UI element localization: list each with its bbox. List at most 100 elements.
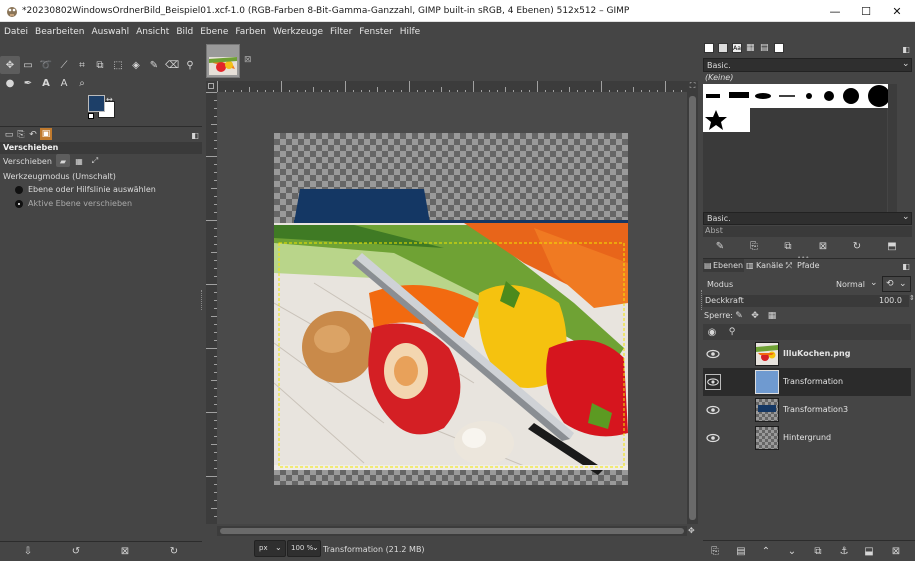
layer-visibility-icon[interactable] bbox=[705, 430, 721, 446]
path-mode-icon[interactable]: ⤢ bbox=[88, 154, 102, 168]
refresh-brushes-icon[interactable]: ↻ bbox=[850, 239, 864, 253]
layers-panel-menu-icon[interactable]: ◧ bbox=[899, 259, 913, 273]
dodge-icon[interactable]: ● bbox=[3, 76, 17, 90]
lower-layer-icon[interactable]: ⌄ bbox=[785, 544, 799, 558]
mode-dropdown[interactable]: Normal ⌄ bbox=[832, 276, 880, 292]
brush-scrollbar[interactable] bbox=[888, 84, 897, 214]
brush-filter-dropdown[interactable]: Basic. ⌄ bbox=[703, 58, 912, 72]
images-tab2-icon[interactable] bbox=[774, 43, 784, 53]
selection-mode-icon[interactable]: ▦ bbox=[72, 154, 86, 168]
opacity-slider[interactable]: Deckkraft 100.0 bbox=[703, 295, 909, 307]
layer-mode-icon[interactable]: ▰ bbox=[56, 154, 70, 168]
move-tool-icon[interactable]: ✥ bbox=[3, 58, 17, 72]
menu-farben[interactable]: Farben bbox=[235, 27, 266, 37]
text-tool-icon[interactable]: A bbox=[39, 76, 53, 90]
move-label: Verschieben bbox=[3, 157, 52, 166]
fonts-tab-icon[interactable]: Aa bbox=[732, 43, 742, 53]
path-tool-icon[interactable]: ✒ bbox=[21, 76, 35, 90]
clone-stamp-icon[interactable]: ⚲ bbox=[183, 58, 197, 72]
layer-row-illukochen[interactable]: IlluKochen.png bbox=[703, 340, 911, 368]
rect-select-icon[interactable]: ▭ bbox=[21, 58, 35, 72]
lock-alpha-icon[interactable]: ▦ bbox=[765, 309, 779, 323]
save-options-icon[interactable]: ⇩ bbox=[21, 544, 35, 558]
horizontal-scroll-thumb[interactable] bbox=[220, 528, 684, 534]
menu-fenster[interactable]: Fenster bbox=[359, 27, 392, 37]
swap-colors-icon[interactable]: ↔ bbox=[106, 95, 113, 104]
transform-icon[interactable]: ⧉ bbox=[93, 58, 107, 72]
bucket-fill-icon[interactable]: ◈ bbox=[129, 58, 143, 72]
images-tab-icon[interactable]: ▣ bbox=[40, 128, 52, 140]
menu-auswahl[interactable]: Auswahl bbox=[91, 27, 129, 37]
delete-brush-icon[interactable]: ⊠ bbox=[816, 239, 830, 253]
paintbrush-icon[interactable]: ✎ bbox=[147, 58, 161, 72]
composite-chevron-icon: ⌄ bbox=[899, 279, 907, 289]
new-layer-group-icon[interactable]: ▤ bbox=[734, 544, 748, 558]
menu-ansicht[interactable]: Ansicht bbox=[136, 27, 169, 37]
layer-row-transformation3[interactable]: Transformation3 bbox=[703, 396, 911, 424]
patterns-tab-icon[interactable] bbox=[718, 43, 728, 53]
restore-options-icon[interactable]: ↺ bbox=[69, 544, 83, 558]
image-tab[interactable] bbox=[206, 44, 240, 78]
foreground-color-swatch[interactable] bbox=[88, 95, 105, 112]
unit-select[interactable]: px ⌄ bbox=[254, 540, 286, 557]
opacity-spin-icon[interactable]: ⇕ bbox=[909, 294, 915, 302]
layer-visibility-icon[interactable] bbox=[705, 402, 721, 418]
open-brush-icon[interactable]: ⬒ bbox=[885, 239, 899, 253]
new-brush-icon[interactable]: ⎘ bbox=[747, 239, 761, 253]
tab-kanaele[interactable]: Kanäle bbox=[756, 261, 783, 270]
navigate-icon[interactable]: ✥ bbox=[688, 526, 695, 535]
minimize-button[interactable]: — bbox=[820, 0, 850, 22]
anchor-layer-icon[interactable]: ⚓ bbox=[837, 544, 851, 558]
delete-options-icon[interactable]: ⊠ bbox=[118, 544, 132, 558]
close-button[interactable]: ✕ bbox=[882, 0, 912, 22]
option1-radio[interactable] bbox=[15, 186, 23, 194]
brush-tag-dropdown[interactable]: Basic. ⌄ bbox=[703, 212, 912, 225]
measure-icon[interactable]: A bbox=[57, 76, 71, 90]
undo-history-tab-icon[interactable]: ↶ bbox=[26, 128, 40, 142]
document-history-tab-icon[interactable]: ▦ bbox=[746, 43, 756, 53]
panel-menu-icon[interactable]: ◧ bbox=[188, 128, 202, 142]
tab-pfade[interactable]: Pfade bbox=[797, 261, 820, 270]
edit-brush-icon[interactable]: ✎ bbox=[713, 239, 727, 253]
brushes-tab-icon[interactable] bbox=[704, 43, 714, 53]
duplicate-layer-icon[interactable]: ⧉ bbox=[811, 544, 825, 558]
layer-row-transformation[interactable]: Transformation bbox=[703, 368, 911, 396]
lock-pixels-icon[interactable]: ✎ bbox=[732, 309, 746, 323]
reset-options-icon[interactable]: ↻ bbox=[167, 544, 181, 558]
brush-previews[interactable] bbox=[703, 84, 893, 132]
crop-icon[interactable]: ⌗ bbox=[75, 58, 89, 72]
maximize-button[interactable]: ☐ bbox=[851, 0, 881, 22]
lasso-icon[interactable]: ➰ bbox=[39, 58, 53, 72]
delete-layer-icon[interactable]: ⊠ bbox=[889, 544, 903, 558]
menu-bearbeiten[interactable]: Bearbeiten bbox=[35, 27, 84, 37]
eraser-icon[interactable]: ⌫ bbox=[165, 58, 179, 72]
lock-position-icon[interactable]: ✥ bbox=[748, 309, 762, 323]
menu-ebene[interactable]: Ebene bbox=[200, 27, 228, 37]
zoom-tool-icon[interactable]: ⌕ bbox=[75, 76, 89, 90]
zoom-select[interactable]: 100 % ⌄ bbox=[287, 540, 321, 557]
layer-visibility-icon[interactable] bbox=[705, 346, 721, 362]
templates-tab-icon[interactable]: ▤ bbox=[760, 43, 770, 53]
brushes-panel-menu-icon[interactable]: ◧ bbox=[899, 42, 913, 56]
mask-layer-icon[interactable]: ⬓ bbox=[862, 544, 876, 558]
quick-mask-icon[interactable] bbox=[208, 83, 214, 89]
duplicate-brush-icon[interactable]: ⧉ bbox=[781, 239, 795, 253]
menu-bild[interactable]: Bild bbox=[176, 27, 193, 37]
new-layer-icon[interactable]: ⎘ bbox=[708, 544, 722, 558]
raise-layer-icon[interactable]: ⌃ bbox=[759, 544, 773, 558]
menu-filter[interactable]: Filter bbox=[330, 27, 352, 37]
spacing-slider[interactable]: Abst bbox=[703, 226, 912, 237]
layer-visibility-icon[interactable] bbox=[705, 374, 721, 390]
menu-werkzeuge[interactable]: Werkzeuge bbox=[273, 27, 323, 37]
vertical-scroll-thumb[interactable] bbox=[689, 96, 696, 520]
zoom-to-window-icon[interactable]: ⛶ bbox=[687, 81, 698, 92]
warp-icon[interactable]: ⬚ bbox=[111, 58, 125, 72]
composite-mode-button[interactable]: ⟲ ⌄ bbox=[882, 276, 911, 292]
layer-row-hintergrund[interactable]: Hintergrund bbox=[703, 424, 911, 452]
default-colors-icon[interactable] bbox=[88, 113, 94, 119]
fuzzy-select-icon[interactable]: ⟋ bbox=[57, 58, 71, 72]
zoom-value: 100 % bbox=[291, 544, 314, 552]
menu-hilfe[interactable]: Hilfe bbox=[400, 27, 420, 37]
close-image-tab-icon[interactable]: ⊠ bbox=[244, 55, 252, 65]
menu-datei[interactable]: Datei bbox=[4, 27, 28, 37]
